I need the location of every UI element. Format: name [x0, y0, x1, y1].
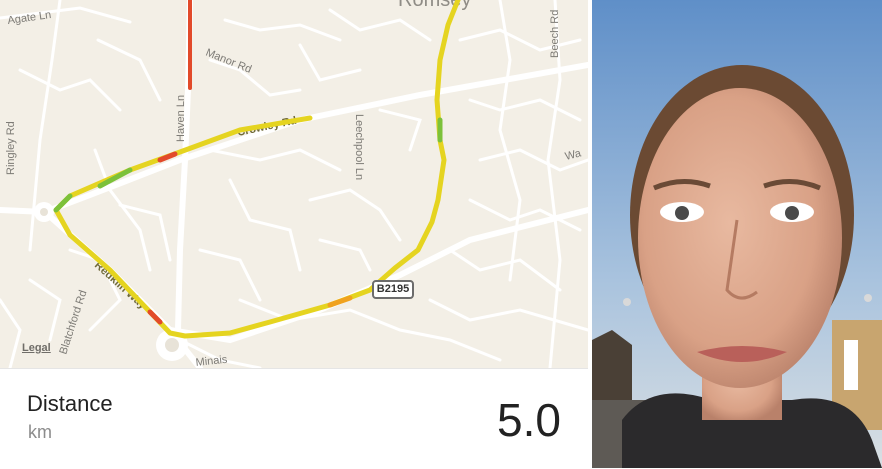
face [638, 88, 842, 388]
roundabout-west-centre [40, 208, 48, 216]
selfie-illustration [592, 0, 882, 468]
street-label-ringley-rd: Ringley Rd [5, 121, 17, 175]
left-iris [675, 206, 689, 220]
earring-left [623, 298, 631, 306]
route-segment-slow [147, 309, 163, 325]
street-label-agate-ln: Agate Ln [7, 9, 52, 27]
workout-summary-screen: Agate Ln Ringley Rd Manor Rd Haven Ln Cr… [0, 0, 882, 469]
right-iris [785, 206, 799, 220]
metric-label: Distance [27, 391, 113, 416]
street-label-minais: Minais [195, 354, 228, 368]
street-label-wa: Wa [564, 147, 583, 163]
selfie-photo [592, 0, 882, 468]
town-label: Romsey [398, 0, 471, 11]
street-label-blatchford-rd: Blatchford Rd [57, 289, 89, 356]
street-label-beech-rd: Beech Rd [549, 10, 561, 58]
route-segment-slow [157, 151, 178, 163]
metric-unit: km [28, 422, 52, 442]
map-canvas: Agate Ln Ringley Rd Manor Rd Haven Ln Cr… [0, 0, 588, 368]
street-label-haven-ln: Haven Ln [175, 95, 187, 142]
roundabout-south-centre [165, 338, 179, 352]
background-window [844, 340, 858, 390]
route-map[interactable]: Agate Ln Ringley Rd Manor Rd Haven Ln Cr… [0, 0, 588, 368]
distance-stat-row: Distance km 5.0 [0, 368, 588, 469]
metric-value: 5.0 [497, 394, 561, 446]
street-label-leechpool-ln: Leechpool Ln [353, 114, 365, 180]
legal-link[interactable]: Legal [22, 342, 51, 354]
road-number-badge: B2195 [372, 280, 414, 299]
route-segment-medium [327, 295, 353, 308]
earring-right [864, 294, 872, 302]
